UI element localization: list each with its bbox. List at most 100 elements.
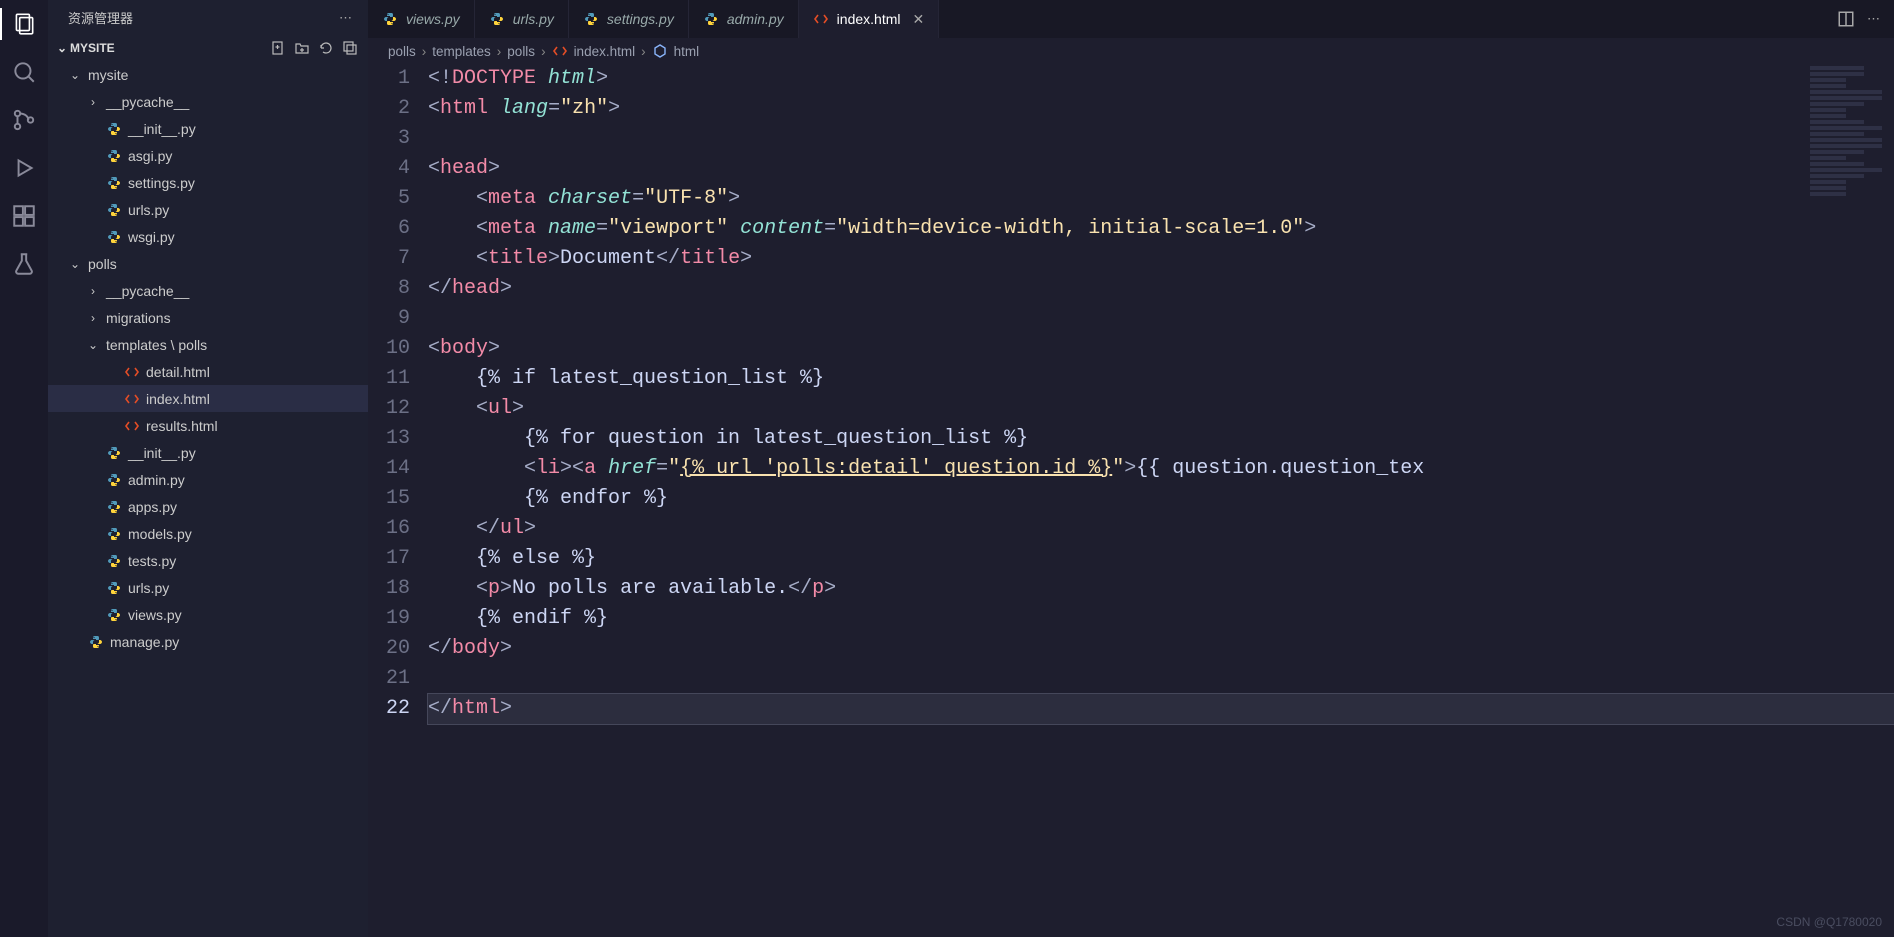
- testing-icon[interactable]: [10, 250, 38, 278]
- code-line[interactable]: <p>No polls are available.</p>: [428, 574, 1894, 604]
- item-label: __init__.py: [128, 121, 196, 137]
- file-item[interactable]: ›admin.py: [48, 466, 368, 493]
- close-icon[interactable]: ✕: [912, 11, 924, 28]
- folder-item[interactable]: ⌄mysite: [48, 61, 368, 88]
- file-item[interactable]: ›__init__.py: [48, 439, 368, 466]
- chevron-right-icon: ›: [497, 44, 502, 59]
- new-file-icon[interactable]: [270, 40, 286, 56]
- tabs-actions: ⋯: [1823, 0, 1894, 38]
- code-line[interactable]: [428, 304, 1894, 334]
- code-line[interactable]: [428, 124, 1894, 154]
- python-icon: [106, 175, 122, 191]
- chevron-right-icon: ›: [541, 44, 546, 59]
- code-line[interactable]: <ul>: [428, 394, 1894, 424]
- code-line[interactable]: <title>Document</title>: [428, 244, 1894, 274]
- code-line[interactable]: <meta name="viewport" content="width=dev…: [428, 214, 1894, 244]
- new-folder-icon[interactable]: [294, 40, 310, 56]
- breadcrumb-segment[interactable]: polls: [507, 44, 535, 59]
- code-line[interactable]: <meta charset="UTF-8">: [428, 184, 1894, 214]
- code-line[interactable]: </html>: [428, 694, 1894, 724]
- code-line[interactable]: <body>: [428, 334, 1894, 364]
- split-editor-icon[interactable]: [1837, 10, 1855, 28]
- code-line[interactable]: </head>: [428, 274, 1894, 304]
- folder-item[interactable]: ›migrations: [48, 304, 368, 331]
- search-icon[interactable]: [10, 58, 38, 86]
- code-line[interactable]: </ul>: [428, 514, 1894, 544]
- minimap[interactable]: [1804, 64, 1894, 244]
- explorer-icon[interactable]: [10, 10, 38, 38]
- item-label: results.html: [146, 418, 218, 434]
- item-label: templates \ polls: [106, 337, 207, 353]
- tab-settings-py[interactable]: settings.py: [569, 0, 689, 38]
- file-item[interactable]: ›settings.py: [48, 169, 368, 196]
- tab-index-html[interactable]: index.html✕: [799, 0, 940, 38]
- code-line[interactable]: <html lang="zh">: [428, 94, 1894, 124]
- file-item[interactable]: ›urls.py: [48, 574, 368, 601]
- code-line[interactable]: {% endfor %}: [428, 484, 1894, 514]
- sidebar-more-icon[interactable]: ⋯: [339, 10, 352, 26]
- file-item[interactable]: ›asgi.py: [48, 142, 368, 169]
- code-line[interactable]: {% endif %}: [428, 604, 1894, 634]
- refresh-icon[interactable]: [318, 40, 334, 56]
- tabs: views.py urls.py settings.pyadmin.pyindex.…: [368, 0, 1894, 38]
- sidebar-title: 资源管理器: [68, 8, 133, 27]
- code-line[interactable]: {% if latest_question_list %}: [428, 364, 1894, 394]
- code-line[interactable]: {% for question in latest_question_list …: [428, 424, 1894, 454]
- item-label: tests.py: [128, 553, 176, 569]
- run-debug-icon[interactable]: [10, 154, 38, 182]
- item-label: wsgi.py: [128, 229, 175, 245]
- folder-item[interactable]: › __pycache__: [48, 277, 368, 304]
- project-root[interactable]: ⌄ MYSITE: [48, 35, 368, 61]
- html-icon: [124, 418, 140, 434]
- breadcrumb-segment[interactable]: polls: [388, 44, 416, 59]
- chevron-icon: ⌄: [68, 68, 82, 82]
- python-icon: [489, 11, 505, 27]
- source-control-icon[interactable]: [10, 106, 38, 134]
- file-item[interactable]: ›apps.py: [48, 493, 368, 520]
- folder-item[interactable]: ›__pycache__: [48, 88, 368, 115]
- python-icon: [88, 634, 104, 650]
- code-line[interactable]: <li><a href="{% url 'polls:detail' quest…: [428, 454, 1894, 484]
- extensions-icon[interactable]: [10, 202, 38, 230]
- chevron-icon: ›: [86, 284, 100, 298]
- chevron-icon: ›: [86, 95, 100, 109]
- file-tree: ⌄mysite›__pycache__›__init__.py›asgi.py›…: [48, 61, 368, 655]
- breadcrumb-segment[interactable]: templates: [432, 44, 491, 59]
- editor[interactable]: 12345678910111213141516171819202122 <!DO…: [368, 64, 1894, 937]
- tab-admin-py[interactable]: admin.py: [689, 0, 799, 38]
- file-item[interactable]: ›wsgi.py: [48, 223, 368, 250]
- file-item[interactable]: ›models.py: [48, 520, 368, 547]
- collapse-all-icon[interactable]: [342, 40, 358, 56]
- file-item[interactable]: ›tests.py: [48, 547, 368, 574]
- file-item[interactable]: ›__init__.py: [48, 115, 368, 142]
- tab-label: urls.py: [513, 11, 554, 27]
- chevron-right-icon: ›: [641, 44, 646, 59]
- code-line[interactable]: {% else %}: [428, 544, 1894, 574]
- code-line[interactable]: <!DOCTYPE html>: [428, 64, 1894, 94]
- item-label: migrations: [106, 310, 171, 326]
- code-line[interactable]: [428, 664, 1894, 694]
- item-label: __pycache__: [106, 283, 189, 299]
- folder-item[interactable]: ⌄templates \ polls: [48, 331, 368, 358]
- tab-views-py[interactable]: views.py: [368, 0, 475, 38]
- file-item[interactable]: ›results.html: [48, 412, 368, 439]
- activity-bar: [0, 0, 48, 937]
- tab-urls-py[interactable]: urls.py: [475, 0, 569, 38]
- breadcrumb-segment[interactable]: html: [674, 44, 700, 59]
- editor-more-icon[interactable]: ⋯: [1867, 11, 1880, 27]
- item-label: urls.py: [128, 580, 169, 596]
- file-item[interactable]: ›views.py: [48, 601, 368, 628]
- file-item[interactable]: ›index.html: [48, 385, 368, 412]
- file-item[interactable]: ›detail.html: [48, 358, 368, 385]
- sidebar: 资源管理器 ⋯ ⌄ MYSITE ⌄mysite›__pycache__›__i…: [48, 0, 368, 937]
- folder-item[interactable]: ⌄polls: [48, 250, 368, 277]
- breadcrumb[interactable]: polls›templates›polls›index.html›html: [368, 38, 1894, 64]
- code-line[interactable]: </body>: [428, 634, 1894, 664]
- sidebar-header: 资源管理器 ⋯: [48, 0, 368, 35]
- code-line[interactable]: <head>: [428, 154, 1894, 184]
- file-item[interactable]: ›urls.py: [48, 196, 368, 223]
- file-item[interactable]: ›manage.py: [48, 628, 368, 655]
- python-icon: [106, 472, 122, 488]
- breadcrumb-segment[interactable]: index.html: [574, 44, 636, 59]
- code-area[interactable]: <!DOCTYPE html><html lang="zh"> <head> <…: [428, 64, 1894, 937]
